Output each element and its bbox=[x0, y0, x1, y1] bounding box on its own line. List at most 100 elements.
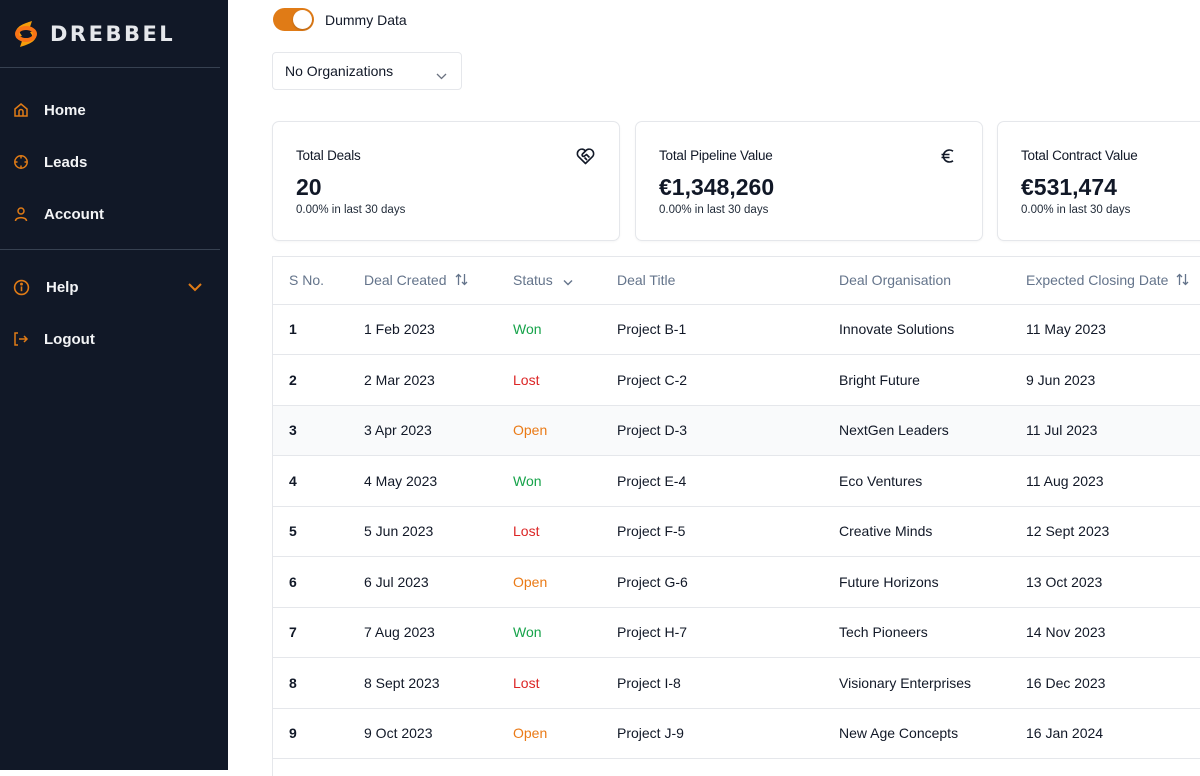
cell-expected-closing-date: 11 May 2023 bbox=[1010, 304, 1200, 355]
brand-name: DREBBEL bbox=[50, 21, 176, 46]
table-header-row: S No. Deal Created Status Deal Title Dea… bbox=[273, 257, 1200, 305]
cell-deal-title: Project H-7 bbox=[601, 607, 823, 658]
card-title: Total Pipeline Value bbox=[659, 148, 773, 163]
cell-deal-organisation: New Age Concepts bbox=[823, 708, 1010, 759]
cell-sno: 7 bbox=[273, 607, 348, 658]
cell-sno: 9 bbox=[273, 708, 348, 759]
cell-sno: 2 bbox=[273, 354, 348, 406]
column-header-sno: S No. bbox=[273, 257, 348, 305]
brand[interactable]: DREBBEL bbox=[0, 0, 228, 67]
table-body: 11 Feb 2023 Won Project B-1 Innovate Soluti… bbox=[273, 304, 1200, 759]
cell-status: Won bbox=[497, 304, 601, 355]
column-header-status[interactable]: Status bbox=[497, 257, 601, 305]
cell-sno: 5 bbox=[273, 506, 348, 557]
handshake-heart-icon bbox=[575, 146, 595, 166]
cell-status: Lost bbox=[497, 506, 601, 557]
toggle-knob bbox=[293, 10, 312, 29]
card-value: €531,474 bbox=[1021, 174, 1117, 200]
table-row[interactable]: 55 Jun 2023 Lost Project F-5 Creative Minds… bbox=[273, 506, 1200, 557]
sidebar: DREBBEL Home Leads Account Help Logout bbox=[0, 0, 228, 770]
cell-deal-created: 8 Sept 2023 bbox=[348, 657, 497, 709]
table-row[interactable]: 66 Jul 2023 Open Project G-6 Future Horizon… bbox=[273, 556, 1200, 608]
card-title: Total Contract Value bbox=[1021, 148, 1138, 163]
cell-sno: 3 bbox=[273, 405, 348, 456]
column-header-deal-organisation: Deal Organisation bbox=[823, 257, 1010, 305]
cell-deal-title: Project D-3 bbox=[601, 405, 823, 456]
cell-deal-organisation: Visionary Enterprises bbox=[823, 657, 1010, 709]
chevron-down-icon[interactable] bbox=[563, 273, 573, 289]
total-deals-card: Total Deals 20 0.00% in last 30 days bbox=[272, 121, 620, 241]
cell-expected-closing-date: 16 Jan 2024 bbox=[1010, 708, 1200, 759]
cell-sno: 6 bbox=[273, 556, 348, 608]
table-row[interactable]: 22 Mar 2023 Lost Project C-2 Bright Future 9… bbox=[273, 354, 1200, 406]
cell-deal-organisation: Creative Minds bbox=[823, 506, 1010, 557]
info-icon bbox=[12, 278, 30, 296]
organization-select-value: No Organizations bbox=[285, 63, 394, 79]
card-title: Total Deals bbox=[296, 148, 361, 163]
deals-table: S No. Deal Created Status Deal Title Dea… bbox=[272, 256, 1200, 776]
sort-icon[interactable] bbox=[455, 273, 468, 289]
card-value: 20 bbox=[296, 174, 322, 200]
sidebar-item-logout[interactable]: Logout bbox=[0, 321, 228, 357]
sort-icon[interactable] bbox=[1176, 273, 1189, 289]
sidebar-item-label: Leads bbox=[44, 153, 88, 171]
cell-deal-organisation: Future Horizons bbox=[823, 556, 1010, 608]
table-row[interactable]: 11 Feb 2023 Won Project B-1 Innovate Soluti… bbox=[273, 304, 1200, 355]
column-header-deal-created[interactable]: Deal Created bbox=[348, 257, 497, 305]
cell-sno: 8 bbox=[273, 657, 348, 709]
cell-deal-title: Project E-4 bbox=[601, 455, 823, 507]
dummy-data-toggle[interactable] bbox=[273, 8, 314, 31]
cell-deal-created: 2 Mar 2023 bbox=[348, 354, 497, 406]
card-subtext: 0.00% in last 30 days bbox=[659, 204, 769, 216]
sidebar-item-help[interactable]: Help bbox=[0, 269, 228, 305]
cell-status: Open bbox=[497, 405, 601, 456]
table-row[interactable]: 33 Apr 2023 Open Project D-3 NextGen Leader… bbox=[273, 405, 1200, 456]
sidebar-item-label: Help bbox=[46, 278, 79, 296]
cell-deal-organisation: NextGen Leaders bbox=[823, 405, 1010, 456]
cell-status: Open bbox=[497, 556, 601, 608]
chevron-down-icon[interactable] bbox=[188, 279, 202, 297]
cell-deal-created: 7 Aug 2023 bbox=[348, 607, 497, 658]
cell-expected-closing-date: 11 Jul 2023 bbox=[1010, 405, 1200, 456]
cell-expected-closing-date: 14 Nov 2023 bbox=[1010, 607, 1200, 658]
table-row[interactable]: 99 Oct 2023 Open Project J-9 New Age Concep… bbox=[273, 708, 1200, 759]
organization-select[interactable]: No Organizations bbox=[272, 52, 462, 90]
cell-deal-title: Project J-9 bbox=[601, 708, 823, 759]
sidebar-divider bbox=[0, 67, 220, 68]
table-row[interactable]: 88 Sept 2023 Lost Project I-8 Visionary Ent… bbox=[273, 657, 1200, 709]
user-icon bbox=[12, 205, 30, 223]
card-subtext: 0.00% in last 30 days bbox=[296, 204, 406, 216]
cell-sno: 1 bbox=[273, 304, 348, 355]
home-icon bbox=[12, 101, 30, 119]
cell-deal-title: Project I-8 bbox=[601, 657, 823, 709]
table-row[interactable]: 77 Aug 2023 Won Project H-7 Tech Pioneers 14… bbox=[273, 607, 1200, 658]
cell-status: Won bbox=[497, 607, 601, 658]
card-value: €1,348,260 bbox=[659, 174, 775, 200]
cell-expected-closing-date: 12 Sept 2023 bbox=[1010, 506, 1200, 557]
cell-deal-organisation: Innovate Solutions bbox=[823, 304, 1010, 355]
crosshair-icon bbox=[12, 153, 30, 171]
table-row[interactable]: 44 May 2023 Won Project E-4 Eco Ventures 11 … bbox=[273, 455, 1200, 507]
cell-status: Won bbox=[497, 455, 601, 507]
sidebar-item-account[interactable]: Account bbox=[0, 196, 228, 232]
sidebar-item-label: Home bbox=[44, 101, 86, 119]
sidebar-divider bbox=[0, 249, 220, 250]
cell-deal-created: 4 May 2023 bbox=[348, 455, 497, 507]
total-pipeline-value-card: Total Pipeline Value €1,348,260 0.00% in… bbox=[635, 121, 983, 241]
cell-expected-closing-date: 13 Oct 2023 bbox=[1010, 556, 1200, 608]
sidebar-item-label: Logout bbox=[44, 330, 95, 348]
cell-sno: 4 bbox=[273, 455, 348, 507]
card-subtext: 0.00% in last 30 days bbox=[1021, 204, 1131, 216]
cell-status: Lost bbox=[497, 657, 601, 709]
column-header-deal-title: Deal Title bbox=[601, 257, 823, 305]
cell-deal-title: Project C-2 bbox=[601, 354, 823, 406]
sidebar-item-label: Account bbox=[44, 205, 104, 223]
column-header-expected-closing-date[interactable]: Expected Closing Date bbox=[1010, 257, 1200, 305]
sidebar-item-home[interactable]: Home bbox=[0, 92, 228, 128]
cell-expected-closing-date: 9 Jun 2023 bbox=[1010, 354, 1200, 406]
cell-deal-organisation: Eco Ventures bbox=[823, 455, 1010, 507]
cell-deal-organisation: Tech Pioneers bbox=[823, 607, 1010, 658]
cell-deal-organisation: Bright Future bbox=[823, 354, 1010, 406]
sidebar-item-leads[interactable]: Leads bbox=[0, 144, 228, 180]
cell-deal-title: Project B-1 bbox=[601, 304, 823, 355]
